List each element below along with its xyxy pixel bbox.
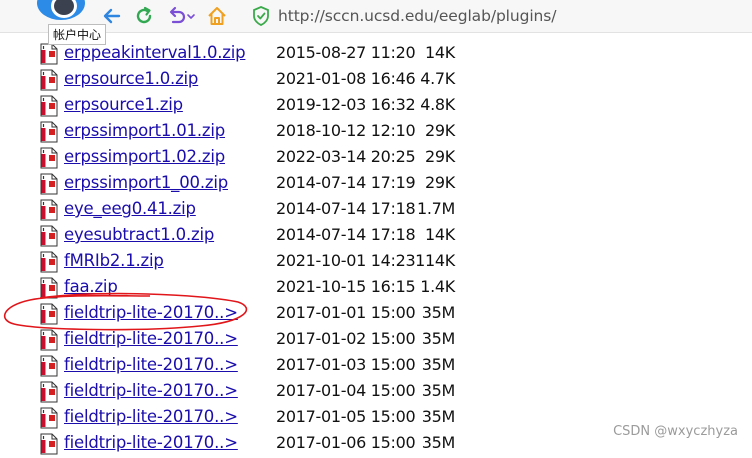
file-row: erpssimport1.02.zip 2022-03-14 20:25 29K xyxy=(0,146,752,172)
file-link[interactable]: fieldtrip-lite-20170..> xyxy=(64,329,238,348)
file-row: erpsource1.zip 2019-12-03 16:32 4.8K xyxy=(0,94,752,120)
zip-file-icon xyxy=(40,277,58,299)
undo-icon xyxy=(169,6,195,24)
zip-file-icon xyxy=(40,95,58,117)
file-size: 1.4K xyxy=(420,277,455,296)
file-link[interactable]: erpssimport1_00.zip xyxy=(64,173,228,192)
file-row: erpssimport1.01.zip 2018-10-12 12:10 29K xyxy=(0,120,752,146)
file-row: faa.zip 2021-10-15 16:15 1.4K xyxy=(0,276,752,302)
shield-icon xyxy=(253,6,269,26)
file-link[interactable]: fieldtrip-lite-20170..> xyxy=(64,303,238,322)
zip-file-icon xyxy=(40,407,58,429)
file-size: 29K xyxy=(425,173,455,192)
refresh-icon xyxy=(136,6,152,24)
zip-file-icon xyxy=(40,251,58,273)
file-row: erpsource1.0.zip 2021-01-08 16:46 4.7K xyxy=(0,68,752,94)
file-link[interactable]: fieldtrip-lite-20170..> xyxy=(64,433,238,452)
file-size: 35M xyxy=(421,433,456,452)
back-arrow-icon xyxy=(103,8,121,24)
zip-file-icon xyxy=(40,69,58,91)
file-size: 35M xyxy=(421,355,456,374)
file-date: 2017-01-01 15:00 xyxy=(276,303,416,322)
file-link[interactable]: fieldtrip-lite-20170..> xyxy=(64,355,238,374)
file-date: 2017-01-05 15:00 xyxy=(276,407,416,426)
file-link[interactable]: faa.zip xyxy=(64,277,118,296)
file-row: fieldtrip-lite-20170..> 2017-01-04 15:00 3… xyxy=(0,380,752,406)
zip-file-icon xyxy=(40,329,58,351)
file-date: 2017-01-03 15:00 xyxy=(276,355,416,374)
file-size: 1.7M xyxy=(416,199,455,218)
file-link[interactable]: erpsource1.0.zip xyxy=(64,69,198,88)
refresh-button[interactable] xyxy=(132,4,156,28)
file-link[interactable]: erpssimport1.02.zip xyxy=(64,147,225,166)
file-row: fieldtrip-lite-20170..> 2017-01-03 15:00 3… xyxy=(0,354,752,380)
zip-file-icon xyxy=(40,303,58,325)
file-date: 2017-01-06 15:00 xyxy=(276,433,416,452)
file-size: 14K xyxy=(425,43,455,62)
zip-file-icon xyxy=(40,225,58,247)
file-date: 2021-10-01 14:23 xyxy=(276,251,416,270)
browser-toolbar: http://sccn.ucsd.edu/eeglab/plugins/ xyxy=(0,0,752,33)
file-date: 2018-10-12 12:10 xyxy=(276,121,416,140)
zip-file-icon xyxy=(40,173,58,195)
file-size: 14K xyxy=(425,225,455,244)
file-size: 4.8K xyxy=(420,95,455,114)
url-text[interactable]: http://sccn.ucsd.edu/eeglab/plugins/ xyxy=(278,7,556,25)
file-size: 29K xyxy=(425,121,455,140)
file-size: 35M xyxy=(421,303,456,322)
file-date: 2014-07-14 17:18 xyxy=(276,225,416,244)
file-date: 2017-01-02 15:00 xyxy=(276,329,416,348)
file-row: fMRIb2.1.zip 2021-10-01 14:23 114K xyxy=(0,250,752,276)
file-link[interactable]: fieldtrip-lite-20170..> xyxy=(64,381,238,400)
file-date: 2019-12-03 16:32 xyxy=(276,95,416,114)
file-size: 35M xyxy=(421,381,456,400)
file-date: 2014-07-14 17:19 xyxy=(276,173,416,192)
account-tooltip: 帐户中心 xyxy=(48,24,107,45)
file-link[interactable]: erpsource1.zip xyxy=(64,95,183,114)
zip-file-icon xyxy=(40,43,58,65)
zip-file-icon xyxy=(40,433,58,455)
file-size: 35M xyxy=(421,407,456,426)
address-bar[interactable]: http://sccn.ucsd.edu/eeglab/plugins/ xyxy=(250,4,750,28)
file-size: 4.7K xyxy=(420,69,455,88)
file-row: erppeakinterval1.0.zip 2015-08-27 11:20 14… xyxy=(0,42,752,68)
zip-file-icon xyxy=(40,121,58,143)
watermark: CSDN @wxyczhyza xyxy=(613,424,738,439)
file-link[interactable]: fieldtrip-lite-20170..> xyxy=(64,407,238,426)
file-date: 2021-10-15 16:15 xyxy=(276,277,416,296)
file-date: 2021-01-08 16:46 xyxy=(276,69,416,88)
zip-file-icon xyxy=(40,355,58,377)
file-row: eyesubtract1.0.zip 2014-07-14 17:18 14K xyxy=(0,224,752,250)
file-row: fieldtrip-lite-20170..> 2017-01-02 15:00 3… xyxy=(0,328,752,354)
home-button[interactable] xyxy=(205,4,229,28)
zip-file-icon xyxy=(40,147,58,169)
file-row: fieldtrip-lite-20170..> 2017-01-01 15:00 3… xyxy=(0,302,752,328)
file-date: 2014-07-14 17:18 xyxy=(276,199,416,218)
file-link[interactable]: erppeakinterval1.0.zip xyxy=(64,43,246,62)
zip-file-icon xyxy=(40,199,58,221)
file-size: 35M xyxy=(421,329,456,348)
file-size: 114K xyxy=(415,251,455,270)
file-date: 2015-08-27 11:20 xyxy=(276,43,416,62)
file-row: erpssimport1_00.zip 2014-07-14 17:19 29K xyxy=(0,172,752,198)
account-avatar[interactable] xyxy=(37,0,85,20)
file-link[interactable]: eye_eeg0.41.zip xyxy=(64,199,196,218)
file-row: eye_eeg0.41.zip 2014-07-14 17:18 1.7M xyxy=(0,198,752,224)
undo-button[interactable] xyxy=(164,4,198,28)
file-date: 2022-03-14 20:25 xyxy=(276,147,416,166)
file-link[interactable]: erpssimport1.01.zip xyxy=(64,121,225,140)
home-icon xyxy=(208,7,226,25)
file-link[interactable]: eyesubtract1.0.zip xyxy=(64,225,214,244)
file-size: 29K xyxy=(425,147,455,166)
file-link[interactable]: fMRIb2.1.zip xyxy=(64,251,164,270)
zip-file-icon xyxy=(40,381,58,403)
file-date: 2017-01-04 15:00 xyxy=(276,381,416,400)
